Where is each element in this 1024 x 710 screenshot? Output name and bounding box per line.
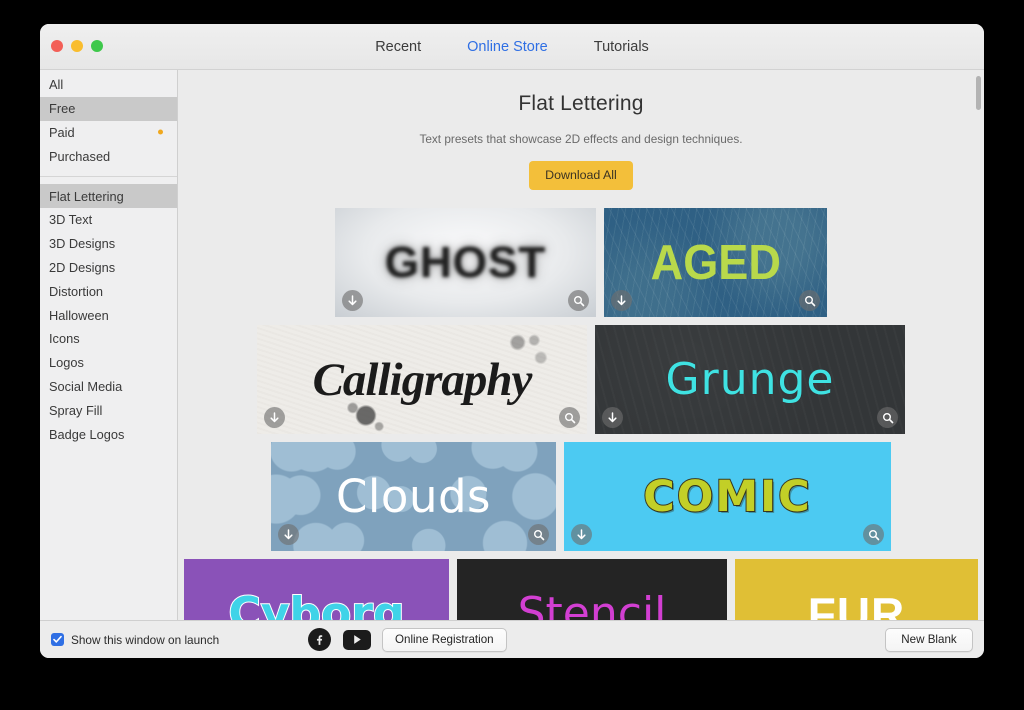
download-icon[interactable] [278, 524, 299, 545]
close-window-button[interactable] [51, 40, 63, 52]
tab-online-store[interactable]: Online Store [467, 39, 548, 55]
magnifier-icon[interactable] [559, 407, 580, 428]
preset-name: AGED [650, 235, 781, 290]
new-items-dot-icon [158, 129, 163, 135]
sidebar-item-label: Icons [49, 331, 80, 347]
download-icon[interactable] [342, 290, 363, 311]
sidebar-item-label: 3D Text [49, 212, 93, 228]
show-on-launch-checkbox[interactable]: Show this window on launch [51, 633, 219, 647]
youtube-icon[interactable] [343, 629, 371, 650]
content-area: Flat Lettering Text presets that showcas… [178, 70, 984, 620]
preset-grid: GHOST AGED Calligraphy Grunge Clouds COMIC Cyb… [178, 208, 984, 620]
preset-card[interactable]: COMIC [564, 442, 891, 551]
download-icon[interactable] [264, 407, 285, 428]
preset-name: Stencil [517, 588, 667, 620]
sidebar-item-social-media[interactable]: Social Media [40, 375, 177, 399]
sidebar-item-badge-logos[interactable]: Badge Logos [40, 422, 177, 446]
preset-name: GHOST [384, 237, 547, 287]
window-controls [51, 40, 103, 52]
sidebar-item-spray-fill[interactable]: Spray Fill [40, 398, 177, 422]
sidebar-item-label: Spray Fill [49, 402, 103, 418]
preset-card[interactable]: GHOST [335, 208, 596, 317]
sidebar-item-label: Halloween [49, 307, 109, 323]
facebook-icon[interactable] [308, 628, 331, 651]
new-blank-button[interactable]: New Blank [885, 627, 973, 652]
bottom-bar: Show this window on launch Online Regist… [40, 620, 984, 658]
download-icon[interactable] [602, 407, 623, 428]
magnifier-icon[interactable] [568, 290, 589, 311]
minimize-window-button[interactable] [71, 40, 83, 52]
preset-card[interactable]: Stencil [457, 559, 727, 620]
preset-name: Cyborg [228, 587, 406, 620]
sidebar-item-free[interactable]: Free [40, 96, 177, 121]
sidebar-item-distortion[interactable]: Distortion [40, 279, 177, 303]
vertical-scrollbar[interactable] [976, 76, 981, 110]
magnifier-icon[interactable] [877, 407, 898, 428]
sidebar-item-label: All [49, 77, 64, 93]
app-window: Recent Online Store Tutorials All Free P… [40, 24, 984, 658]
sidebar-item-label: Free [49, 101, 76, 117]
sidebar-item-all[interactable]: All [40, 73, 177, 97]
page-subtitle: Text presets that showcase 2D effects an… [419, 132, 743, 146]
tab-tutorials[interactable]: Tutorials [594, 39, 649, 55]
sidebar-item-label: Purchased [49, 148, 111, 164]
sidebar-item-logos[interactable]: Logos [40, 351, 177, 375]
preset-card[interactable]: Grunge [595, 325, 905, 434]
preset-card[interactable]: Calligraphy [257, 325, 587, 434]
download-icon[interactable] [611, 290, 632, 311]
sidebar-item-label: 3D Designs [49, 236, 116, 252]
social-links [308, 628, 371, 651]
checkbox-checked-icon [51, 633, 64, 646]
download-all-row: Download All [178, 161, 984, 190]
sidebar-item-2d-designs[interactable]: 2D Designs [40, 256, 177, 280]
sidebar-item-flat-lettering[interactable]: Flat Lettering [40, 184, 177, 208]
preset-card[interactable]: AGED [604, 208, 827, 317]
sidebar-item-icons[interactable]: Icons [40, 327, 177, 351]
sidebar-item-label: Distortion [49, 283, 104, 299]
store-content: Flat Lettering Text presets that showcas… [178, 70, 984, 620]
sidebar-item-3d-text[interactable]: 3D Text [40, 208, 177, 232]
sidebar-item-purchased[interactable]: Purchased [40, 144, 177, 168]
preset-card[interactable]: Clouds [271, 442, 556, 551]
page-title: Flat Lettering [518, 92, 644, 115]
download-all-button[interactable]: Download All [529, 161, 633, 190]
preset-card[interactable]: Cyborg [184, 559, 449, 620]
window-body: All Free Paid Purchased Flat Lettering 3… [40, 70, 984, 620]
online-registration-button[interactable]: Online Registration [382, 627, 507, 652]
sidebar-item-label: Paid [49, 124, 75, 140]
sidebar-item-paid[interactable]: Paid [40, 121, 177, 145]
show-on-launch-label: Show this window on launch [71, 632, 220, 647]
sidebar-item-label: 2D Designs [49, 259, 116, 275]
download-icon[interactable] [571, 524, 592, 545]
title-bar: Recent Online Store Tutorials [40, 24, 984, 70]
preset-name: Calligraphy [312, 353, 533, 406]
magnifier-icon[interactable] [863, 524, 884, 545]
sidebar-item-label: Logos [49, 355, 84, 371]
preset-name: Grunge [665, 354, 835, 405]
sidebar-item-label: Flat Lettering [49, 188, 124, 204]
sidebar-item-label: Badge Logos [49, 426, 125, 442]
sidebar-item-3d-designs[interactable]: 3D Designs [40, 232, 177, 256]
zoom-window-button[interactable] [91, 40, 103, 52]
preset-name: COMIC [642, 471, 812, 523]
tab-recent[interactable]: Recent [375, 39, 421, 55]
top-tab-bar: Recent Online Store Tutorials [375, 39, 649, 55]
sidebar-item-label: Social Media [49, 378, 123, 394]
preset-card[interactable]: FUR [735, 559, 978, 620]
magnifier-icon[interactable] [528, 524, 549, 545]
magnifier-icon[interactable] [799, 290, 820, 311]
sidebar: All Free Paid Purchased Flat Lettering 3… [40, 70, 178, 620]
sidebar-item-halloween[interactable]: Halloween [40, 303, 177, 327]
preset-name: FUR [807, 587, 906, 621]
preset-name: Clouds [336, 470, 491, 523]
sidebar-divider [40, 176, 177, 178]
